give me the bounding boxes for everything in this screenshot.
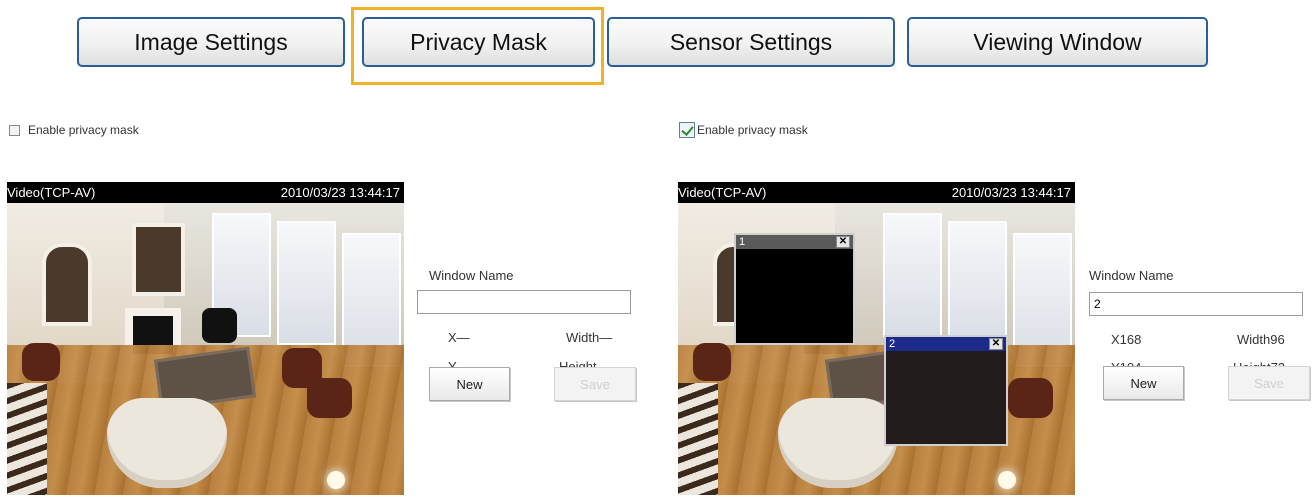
scene-chair bbox=[22, 343, 60, 381]
scene-window bbox=[883, 213, 942, 337]
scene-window bbox=[277, 221, 336, 345]
left-save-button[interactable]: Save bbox=[554, 367, 636, 401]
scene-lamp bbox=[327, 471, 345, 489]
right-save-button[interactable]: Save bbox=[1228, 366, 1310, 400]
mask-label: 2 bbox=[889, 338, 896, 350]
mask-label: 1 bbox=[739, 236, 746, 248]
scene-window bbox=[948, 221, 1007, 345]
scene-shelf bbox=[132, 223, 185, 296]
enable-privacy-mask-checkbox[interactable] bbox=[679, 122, 695, 138]
left-enable-row: Enable privacy mask bbox=[9, 123, 139, 137]
left-window-name-input[interactable] bbox=[417, 290, 631, 314]
tab-label: Viewing Window bbox=[973, 28, 1142, 55]
right-new-button[interactable]: New bbox=[1103, 366, 1184, 400]
video-image[interactable]: 1 ✕ 2 ✕ bbox=[678, 203, 1075, 495]
tab-label: Privacy Mask bbox=[410, 28, 547, 55]
video-timestamp: 2010/03/23 13:44:17 bbox=[280, 185, 400, 200]
left-width-label: Width— bbox=[566, 330, 613, 345]
video-title-bar: Video(TCP-AV) 2010/03/23 13:44:17 bbox=[678, 182, 1075, 203]
video-title: Video(TCP-AV) bbox=[7, 185, 96, 200]
video-title: Video(TCP-AV) bbox=[678, 185, 767, 200]
right-video-view: Video(TCP-AV) 2010/03/23 13:44:17 1 ✕ 2 … bbox=[678, 182, 1075, 495]
close-icon[interactable]: ✕ bbox=[989, 338, 1003, 350]
scene-stairs bbox=[7, 383, 47, 495]
scene-chair bbox=[202, 308, 237, 343]
scene-lamp bbox=[998, 471, 1016, 489]
right-width-label: Width96 bbox=[1237, 332, 1285, 347]
right-window-name-input[interactable] bbox=[1089, 292, 1303, 316]
mask-title-bar[interactable]: 1 ✕ bbox=[736, 235, 853, 249]
left-x-label: X— bbox=[448, 330, 470, 345]
right-enable-row: Enable privacy mask bbox=[679, 122, 808, 138]
enable-privacy-mask-label: Enable privacy mask bbox=[697, 123, 808, 137]
scene-chair bbox=[1008, 378, 1053, 418]
scene-chair bbox=[693, 343, 731, 381]
mask-title-bar[interactable]: 2 ✕ bbox=[886, 337, 1006, 351]
tab-image-settings[interactable]: Image Settings bbox=[77, 17, 345, 67]
tab-label: Sensor Settings bbox=[669, 28, 833, 55]
video-image[interactable] bbox=[7, 203, 404, 495]
left-video-view: Video(TCP-AV) 2010/03/23 13:44:17 bbox=[7, 182, 404, 495]
video-title-bar: Video(TCP-AV) 2010/03/23 13:44:17 bbox=[7, 182, 404, 203]
scene-stairs bbox=[678, 383, 718, 495]
enable-privacy-mask-checkbox[interactable] bbox=[9, 124, 20, 136]
close-icon[interactable]: ✕ bbox=[836, 236, 850, 248]
video-timestamp: 2010/03/23 13:44:17 bbox=[951, 185, 1071, 200]
tab-label: Image Settings bbox=[134, 28, 288, 55]
tab-privacy-mask[interactable]: Privacy Mask bbox=[362, 17, 595, 67]
left-new-button[interactable]: New bbox=[429, 367, 510, 401]
right-x-label: X168 bbox=[1111, 332, 1142, 347]
right-window-name-label: Window Name bbox=[1089, 268, 1174, 283]
tab-sensor-settings[interactable]: Sensor Settings bbox=[607, 17, 895, 67]
privacy-mask-window-2[interactable]: 2 ✕ bbox=[884, 335, 1008, 446]
scene-shelf bbox=[42, 243, 92, 326]
enable-privacy-mask-label: Enable privacy mask bbox=[28, 123, 139, 137]
privacy-mask-window-1[interactable]: 1 ✕ bbox=[734, 233, 855, 345]
tab-viewing-window[interactable]: Viewing Window bbox=[907, 17, 1208, 67]
left-window-name-label: Window Name bbox=[429, 268, 514, 283]
scene-chair bbox=[307, 378, 352, 418]
